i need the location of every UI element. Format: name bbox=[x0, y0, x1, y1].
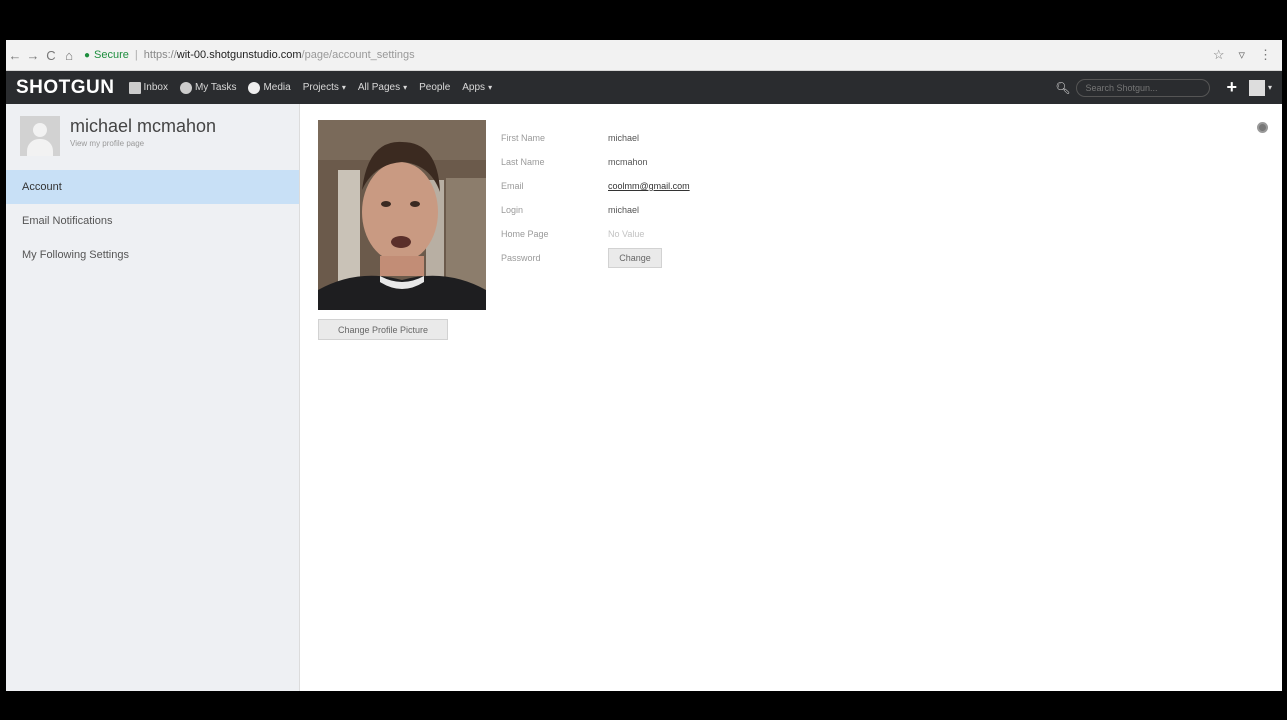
view-profile-link[interactable]: View my profile page bbox=[70, 139, 216, 148]
browser-window: ← → C ⌂ ● Secure | https:// wit-00.shotg… bbox=[6, 40, 1282, 691]
field-label: Last Name bbox=[501, 157, 545, 167]
nav-people-label: People bbox=[419, 82, 451, 93]
field-value[interactable]: michael bbox=[608, 133, 639, 143]
field-value[interactable]: mcmahon bbox=[608, 157, 648, 167]
shotgun-logo[interactable]: SHOTGUN bbox=[16, 77, 115, 99]
field-value[interactable]: No Value bbox=[608, 229, 644, 239]
forward-icon[interactable]: → bbox=[24, 48, 42, 63]
check-circle-icon bbox=[179, 81, 192, 94]
nav-all-pages[interactable]: All Pages ▾ bbox=[358, 82, 407, 93]
back-icon[interactable]: ← bbox=[6, 48, 24, 63]
search-icon[interactable]: 🔍︎ bbox=[1055, 81, 1070, 95]
profile-header: michael mcmahon View my profile page bbox=[6, 104, 299, 170]
avatar-placeholder-icon bbox=[20, 116, 60, 156]
reload-icon[interactable]: C bbox=[42, 48, 60, 63]
home-icon[interactable]: ⌂ bbox=[60, 48, 78, 63]
nav-my-tasks-label: My Tasks bbox=[194, 82, 237, 93]
nav-media-label: Media bbox=[263, 82, 291, 93]
field-label: Email bbox=[501, 181, 524, 191]
url-path: /page/account_settings bbox=[301, 49, 415, 61]
search-input[interactable] bbox=[1076, 78, 1211, 97]
plus-icon[interactable]: + bbox=[1226, 77, 1237, 98]
browser-toolbar: ← → C ⌂ ● Secure | https:// wit-00.shotg… bbox=[6, 40, 1282, 71]
play-circle-icon bbox=[248, 81, 261, 94]
email-link[interactable]: coolmm@gmail.com bbox=[608, 181, 690, 191]
address-bar[interactable]: ● Secure | https:// wit-00.shotgunstudio… bbox=[84, 44, 1213, 66]
lock-icon: ● bbox=[84, 49, 91, 61]
field-password: Password Change bbox=[501, 246, 690, 270]
account-sidebar: michael mcmahon View my profile page Acc… bbox=[6, 104, 300, 691]
shotgun-navbar: SHOTGUN Inbox My Tasks Media Projects ▾ … bbox=[6, 71, 1282, 104]
secure-label: Secure bbox=[94, 49, 129, 61]
profile-photo bbox=[318, 120, 486, 310]
browser-menu-icon[interactable]: ⋮ bbox=[1259, 47, 1272, 63]
chevron-down-icon: ▾ bbox=[341, 83, 346, 92]
field-label: Password bbox=[501, 253, 541, 263]
field-label: First Name bbox=[501, 133, 546, 143]
change-profile-picture-button[interactable]: Change Profile Picture bbox=[318, 319, 448, 340]
field-first-name: First Name michael bbox=[501, 126, 690, 150]
address-separator: | bbox=[134, 49, 138, 61]
nav-apps[interactable]: Apps ▾ bbox=[462, 82, 492, 93]
field-label: Login bbox=[501, 205, 524, 215]
video-frame: ← → C ⌂ ● Secure | https:// wit-00.shotg… bbox=[0, 0, 1287, 720]
chevron-down-icon: ▾ bbox=[488, 83, 493, 92]
chevron-down-icon[interactable]: ▾ bbox=[1268, 83, 1272, 92]
url-protocol: https:// bbox=[143, 49, 177, 61]
nav-apps-label: Apps bbox=[462, 82, 486, 93]
sidebar-item-account[interactable]: Account bbox=[6, 170, 299, 204]
sidebar-item-email-notifications[interactable]: Email Notifications bbox=[6, 204, 299, 238]
bookmark-star-icon[interactable]: ☆ bbox=[1213, 47, 1225, 63]
field-home-page: Home Page No Value bbox=[501, 222, 690, 246]
nav-inbox[interactable]: Inbox bbox=[128, 81, 168, 94]
field-label: Home Page bbox=[501, 229, 549, 239]
field-last-name: Last Name mcmahon bbox=[501, 150, 690, 174]
nav-projects[interactable]: Projects ▾ bbox=[303, 82, 346, 93]
account-settings-panel: Change Profile Picture First Name michae… bbox=[301, 104, 1282, 691]
sidebar-item-following-settings[interactable]: My Following Settings bbox=[6, 238, 299, 272]
nav-inbox-label: Inbox bbox=[143, 82, 168, 93]
change-password-button[interactable]: Change bbox=[608, 248, 662, 268]
nav-projects-label: Projects bbox=[302, 82, 339, 93]
field-value: michael bbox=[608, 205, 640, 215]
inbox-icon bbox=[128, 81, 141, 94]
extension-icon[interactable]: ▿ bbox=[1238, 47, 1245, 63]
profile-fields: First Name michael Last Name mcmahon Ema… bbox=[501, 126, 690, 270]
profile-name: michael mcmahon bbox=[70, 116, 217, 136]
nav-my-tasks[interactable]: My Tasks bbox=[179, 81, 237, 94]
field-email: Email coolmm@gmail.com bbox=[501, 174, 690, 198]
url-host: wit-00.shotgunstudio.com bbox=[176, 49, 302, 61]
nav-media[interactable]: Media bbox=[248, 81, 291, 94]
field-login: Login michael bbox=[501, 198, 690, 222]
nav-people[interactable]: People bbox=[419, 82, 450, 93]
chevron-down-icon: ▾ bbox=[403, 83, 408, 92]
gear-icon[interactable] bbox=[1257, 122, 1268, 133]
nav-all-pages-label: All Pages bbox=[357, 82, 401, 93]
user-avatar[interactable] bbox=[1248, 79, 1265, 96]
